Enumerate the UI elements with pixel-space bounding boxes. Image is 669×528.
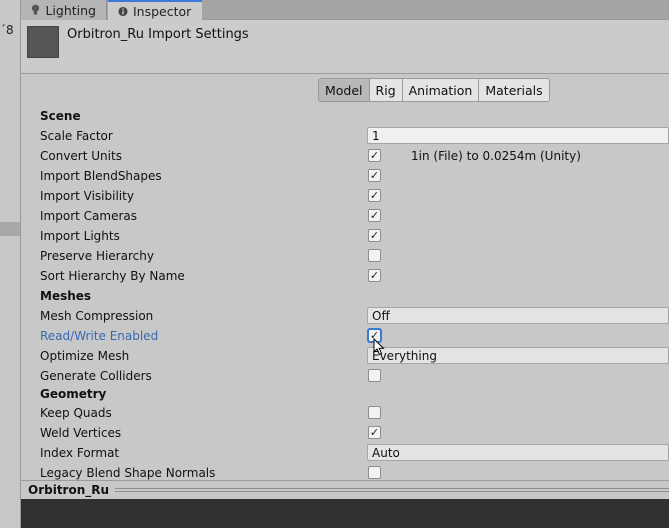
keep-quads-label: Keep Quads — [40, 406, 112, 420]
row-optimize-mesh: Optimize Mesh Everything — [40, 346, 669, 366]
convert-units-label: Convert Units — [40, 149, 122, 163]
scale-factor-input[interactable]: 1 — [367, 127, 669, 144]
import-lights-checkbox[interactable]: ✓ — [368, 229, 381, 242]
import-visibility-label: Import Visibility — [40, 189, 134, 203]
asset-preview-area — [21, 499, 669, 528]
sort-hierarchy-checkbox[interactable]: ✓ — [368, 269, 381, 282]
lightbulb-icon — [31, 4, 40, 16]
page-title: Orbitron_Ru Import Settings — [67, 27, 249, 42]
import-lights-label: Import Lights — [40, 229, 120, 243]
row-read-write: Read/Write Enabled ✓ — [40, 326, 669, 346]
import-visibility-checkbox[interactable]: ✓ — [368, 189, 381, 202]
row-generate-colliders: Generate Colliders — [40, 366, 669, 386]
importer-tab-toolbar: Model Rig Animation Materials — [318, 78, 550, 102]
section-geometry: Geometry — [40, 384, 669, 404]
section-heading: Scene — [40, 109, 81, 123]
optimize-mesh-dropdown[interactable]: Everything — [367, 347, 669, 364]
generate-colliders-checkbox[interactable] — [368, 369, 381, 382]
row-mesh-compression: Mesh Compression Off — [40, 306, 669, 326]
preserve-hierarchy-checkbox[interactable] — [368, 249, 381, 262]
tab-lighting[interactable]: Lighting — [21, 0, 107, 20]
row-import-cameras: Import Cameras ✓ — [40, 206, 669, 226]
section-meshes: Meshes — [40, 286, 669, 306]
import-blendshapes-label: Import BlendShapes — [40, 169, 162, 183]
inspector-header: Orbitron_Ru Import Settings — [21, 20, 669, 74]
row-convert-units: Convert Units ✓ 1in (File) to 0.0254m (U… — [40, 146, 669, 166]
tab-model[interactable]: Model — [319, 79, 370, 101]
weld-vertices-label: Weld Vertices — [40, 426, 122, 440]
section-heading: Meshes — [40, 289, 92, 303]
import-blendshapes-checkbox[interactable]: ✓ — [368, 169, 381, 182]
asset-thumbnail — [27, 26, 59, 58]
drag-handle[interactable] — [115, 488, 669, 492]
generate-colliders-label: Generate Colliders — [40, 369, 152, 383]
tab-lighting-label: Lighting — [45, 2, 96, 18]
row-import-blendshapes: Import BlendShapes ✓ — [40, 166, 669, 186]
left-panel-fragment: ´8 — [0, 23, 14, 37]
left-panel-sliver: ´8 — [0, 0, 21, 528]
tab-materials[interactable]: Materials — [479, 79, 549, 101]
optimize-mesh-label: Optimize Mesh — [40, 349, 130, 363]
info-icon — [118, 5, 128, 17]
left-panel-selection — [0, 222, 20, 236]
asset-preview-header[interactable]: Orbitron_Ru — [21, 480, 669, 499]
sort-hierarchy-label: Sort Hierarchy By Name — [40, 269, 185, 283]
tab-inspector[interactable]: Inspector — [108, 0, 202, 20]
preserve-hierarchy-label: Preserve Hierarchy — [40, 249, 154, 263]
row-weld-vertices: Weld Vertices ✓ — [40, 423, 669, 443]
index-format-dropdown[interactable]: Auto — [367, 444, 669, 461]
weld-vertices-checkbox[interactable]: ✓ — [368, 426, 381, 439]
section-scene: Scene — [40, 106, 669, 126]
row-scale-factor: Scale Factor 1 — [40, 126, 669, 146]
legacy-blend-normals-checkbox[interactable] — [368, 466, 381, 479]
convert-units-note: 1in (File) to 0.0254m (Unity) — [411, 149, 581, 163]
tab-animation[interactable]: Animation — [402, 79, 480, 101]
convert-units-checkbox[interactable]: ✓ — [368, 149, 381, 162]
mesh-compression-label: Mesh Compression — [40, 309, 154, 323]
keep-quads-checkbox[interactable] — [368, 406, 381, 419]
read-write-label: Read/Write Enabled — [40, 329, 159, 343]
scale-factor-label: Scale Factor — [40, 129, 113, 143]
mouse-cursor-icon — [373, 338, 385, 356]
row-index-format: Index Format Auto — [40, 443, 669, 463]
inspector-panel: Orbitron_Ru Import Settings Model Rig An… — [21, 20, 669, 480]
import-cameras-checkbox[interactable]: ✓ — [368, 209, 381, 222]
row-import-visibility: Import Visibility ✓ — [40, 186, 669, 206]
tab-rig[interactable]: Rig — [369, 79, 403, 101]
legacy-blend-normals-label: Legacy Blend Shape Normals — [40, 466, 216, 480]
mesh-compression-dropdown[interactable]: Off — [367, 307, 669, 324]
asset-name-label: Orbitron_Ru — [28, 483, 110, 497]
index-format-label: Index Format — [40, 446, 120, 460]
tab-inspector-label: Inspector — [133, 3, 192, 19]
row-import-lights: Import Lights ✓ — [40, 226, 669, 246]
row-preserve-hierarchy: Preserve Hierarchy — [40, 246, 669, 266]
row-keep-quads: Keep Quads — [40, 403, 669, 423]
row-sort-hierarchy: Sort Hierarchy By Name ✓ — [40, 266, 669, 286]
tab-bar: Lighting Inspector — [21, 0, 669, 20]
import-cameras-label: Import Cameras — [40, 209, 137, 223]
section-heading: Geometry — [40, 387, 107, 401]
